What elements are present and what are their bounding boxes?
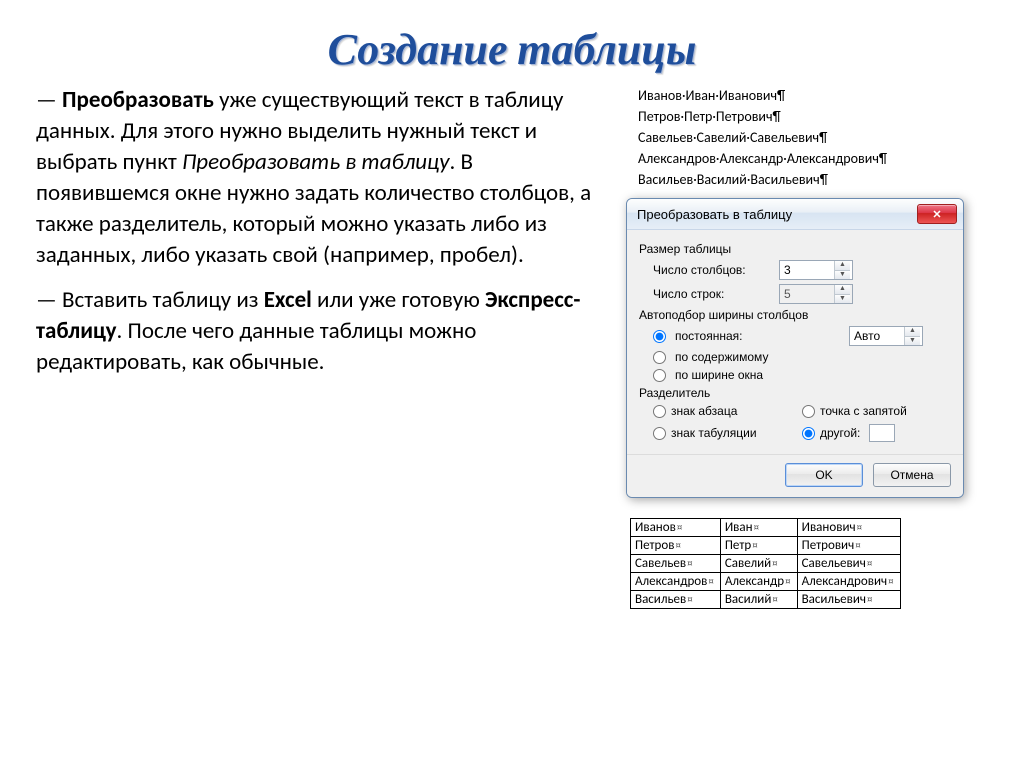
cols-label: Число столбцов:	[653, 263, 771, 277]
spin-down-icon[interactable]: ▼	[905, 337, 920, 346]
table-row: СавельевСавелийСавельевич	[631, 555, 901, 573]
convert-to-table-dialog: Преобразовать в таблицу ✕ Размер таблицы…	[626, 198, 964, 498]
fixed-width-input[interactable]	[850, 327, 904, 345]
radio-sep-tab-label: знак табуляции	[671, 426, 757, 440]
dialog-title: Преобразовать в таблицу	[637, 207, 792, 222]
page-title: Создание таблицы	[0, 0, 1024, 85]
radio-sep-paragraph[interactable]	[653, 405, 666, 418]
table-row: АлександровАлександрАлександрович	[631, 573, 901, 591]
close-button[interactable]: ✕	[917, 204, 957, 224]
ok-button[interactable]: OK	[785, 463, 863, 487]
spin-up-icon[interactable]: ▲	[905, 327, 920, 337]
group-size: Размер таблицы	[639, 242, 951, 256]
table-row: ПетровПетрПетрович	[631, 537, 901, 555]
spin-up-icon: ▲	[835, 285, 850, 295]
group-autofit: Автоподбор ширины столбцов	[639, 308, 951, 322]
radio-sep-other-label: другой:	[820, 426, 860, 440]
radio-window[interactable]	[653, 369, 666, 382]
spin-down-icon: ▼	[835, 295, 850, 304]
radio-sep-other[interactable]	[802, 427, 815, 440]
radio-window-label: по ширине окна	[675, 368, 763, 382]
source-text-sample: Иванов·Иван·Иванович Петров·Петр·Петрови…	[638, 85, 887, 190]
radio-content-label: по содержимому	[675, 350, 768, 364]
rows-spinbox: ▲▼	[779, 284, 853, 304]
group-separator: Разделитель	[639, 386, 951, 400]
radio-fixed[interactable]	[653, 330, 666, 343]
table-row: ИвановИванИванович	[631, 519, 901, 537]
radio-sep-tab[interactable]	[653, 427, 666, 440]
rows-input	[780, 285, 834, 303]
spin-down-icon[interactable]: ▼	[835, 271, 850, 280]
table-row: ВасильевВасилийВасильевич	[631, 591, 901, 609]
result-table: ИвановИванИванович ПетровПетрПетрович Са…	[630, 518, 901, 609]
cols-input[interactable]	[780, 261, 834, 279]
close-icon: ✕	[932, 208, 941, 221]
rows-label: Число строк:	[653, 287, 771, 301]
radio-fixed-label: постоянная:	[675, 329, 742, 343]
sep-other-input[interactable]	[869, 424, 895, 442]
cols-spinbox[interactable]: ▲▼	[779, 260, 853, 280]
fixed-width-spinbox[interactable]: ▲▼	[849, 326, 923, 346]
cancel-button[interactable]: Отмена	[873, 463, 951, 487]
radio-sep-semicolon[interactable]	[802, 405, 815, 418]
radio-sep-semicolon-label: точка с запятой	[820, 404, 907, 418]
dialog-titlebar: Преобразовать в таблицу ✕	[627, 199, 963, 230]
body-text: — Преобразовать уже существующий текст в…	[36, 85, 608, 609]
spin-up-icon[interactable]: ▲	[835, 261, 850, 271]
radio-content[interactable]	[653, 351, 666, 364]
radio-sep-paragraph-label: знак абзаца	[671, 404, 737, 418]
